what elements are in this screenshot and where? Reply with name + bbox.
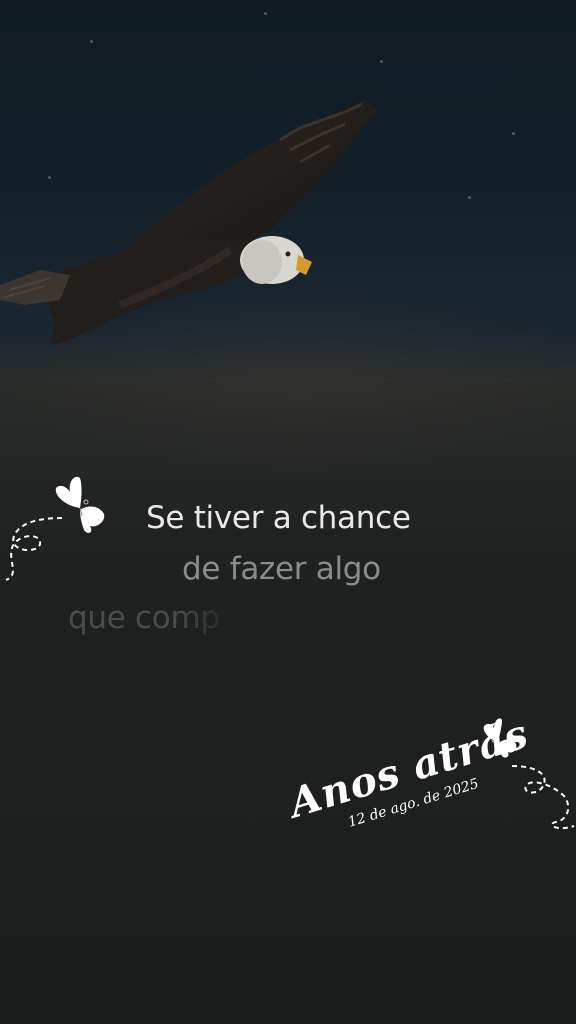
- lyric-line-upcoming: que comp: [68, 600, 220, 636]
- butterfly-icon: [55, 476, 105, 533]
- lyric-line-next: de fazer algo: [182, 551, 381, 587]
- lyric-line-current: Se tiver a chance: [146, 500, 411, 536]
- lyrics-panel: Se tiver a chance de fazer algo que comp: [0, 0, 576, 700]
